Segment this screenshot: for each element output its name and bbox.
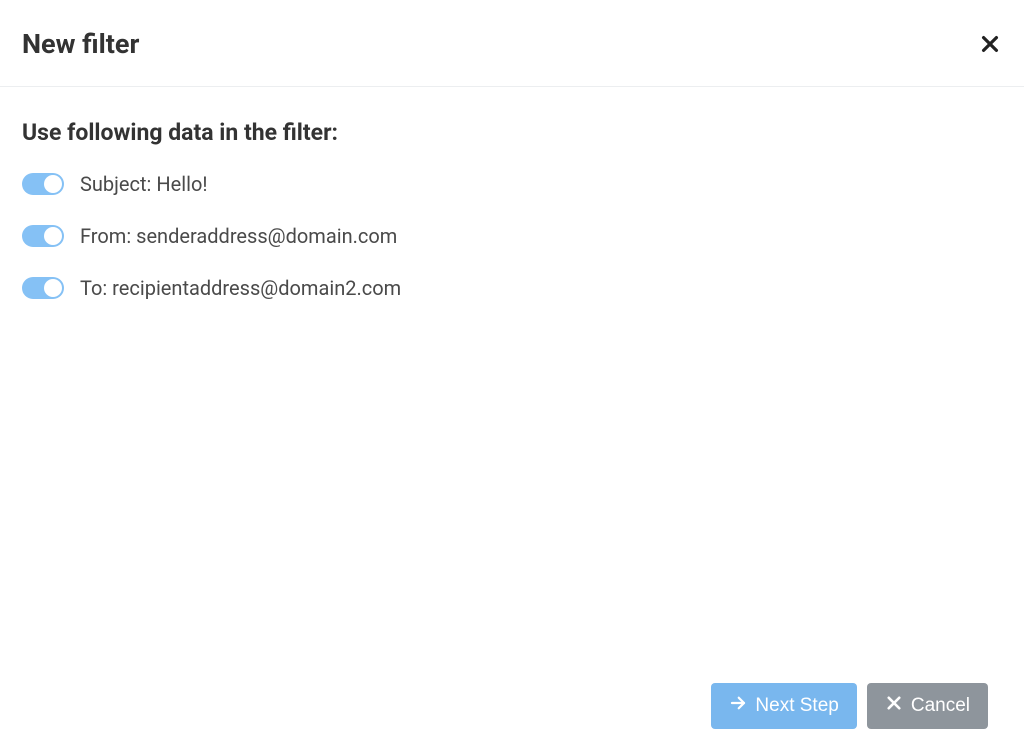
dialog-header: New filter: [0, 0, 1024, 87]
filter-row-from: From: senderaddress@domain.com: [22, 224, 1002, 248]
next-step-label: Next Step: [755, 695, 838, 717]
cancel-label: Cancel: [911, 695, 970, 717]
dialog-content: Use following data in the filter: Subjec…: [0, 87, 1024, 348]
dialog-footer: Next Step Cancel: [711, 683, 988, 729]
filter-label-subject: Subject: Hello!: [80, 172, 208, 196]
dialog-title: New filter: [22, 28, 139, 60]
toggle-to[interactable]: [22, 277, 64, 299]
toggle-knob: [44, 175, 62, 193]
section-heading: Use following data in the filter:: [22, 119, 1002, 146]
filter-row-subject: Subject: Hello!: [22, 172, 1002, 196]
close-icon: [885, 694, 903, 718]
toggle-from[interactable]: [22, 225, 64, 247]
cancel-button[interactable]: Cancel: [867, 683, 988, 729]
close-icon[interactable]: [978, 32, 1002, 56]
filter-label-from: From: senderaddress@domain.com: [80, 224, 397, 248]
toggle-knob: [44, 227, 62, 245]
filter-label-to: To: recipientaddress@domain2.com: [80, 276, 401, 300]
next-step-button[interactable]: Next Step: [711, 683, 856, 729]
toggle-subject[interactable]: [22, 173, 64, 195]
filter-row-to: To: recipientaddress@domain2.com: [22, 276, 1002, 300]
toggle-knob: [44, 279, 62, 297]
arrow-right-icon: [729, 694, 747, 718]
